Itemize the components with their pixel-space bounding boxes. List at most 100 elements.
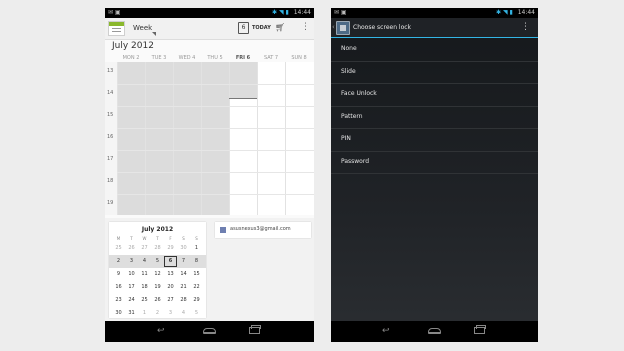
option-label: Password bbox=[341, 157, 370, 165]
day-header-fri[interactable]: FRI 6 bbox=[229, 55, 257, 61]
calendar-account-item[interactable]: asusnexus3@gmail.com bbox=[215, 222, 311, 238]
mini-day-cell[interactable]: 3 bbox=[164, 310, 177, 316]
clock: 14:44 bbox=[517, 9, 535, 16]
day-header-tue[interactable]: TUE 3 bbox=[145, 55, 173, 61]
new-event-icon[interactable]: 🛒︎ bbox=[275, 23, 285, 32]
mini-day-cell[interactable]: 8 bbox=[190, 258, 203, 264]
account-color-swatch bbox=[220, 227, 226, 233]
day-header-mon[interactable]: MON 2 bbox=[117, 55, 145, 61]
dow-label: W bbox=[142, 236, 147, 241]
mini-day-cell[interactable]: 29 bbox=[190, 297, 203, 303]
mini-day-cell[interactable]: 2 bbox=[112, 258, 125, 264]
dropdown-caret-icon bbox=[152, 32, 156, 36]
recents-icon[interactable] bbox=[249, 325, 261, 334]
mini-day-cell[interactable]: 14 bbox=[177, 271, 190, 277]
hour-divider bbox=[117, 128, 314, 129]
mini-day-cell[interactable]: 25 bbox=[112, 245, 125, 251]
mini-day-cell[interactable]: 13 bbox=[164, 271, 177, 277]
today-calendar-icon[interactable]: 6 bbox=[238, 22, 249, 34]
mini-day-cell[interactable]: 22 bbox=[190, 284, 203, 290]
hour-column: 13 14 15 16 17 18 19 bbox=[105, 62, 117, 215]
hour-label: 13 bbox=[107, 68, 114, 74]
mini-week-row: 2345678 bbox=[109, 255, 206, 268]
overflow-menu-icon[interactable]: ⋮ bbox=[521, 22, 530, 32]
month-title: July 2012 bbox=[112, 41, 154, 51]
mini-day-cell[interactable]: 21 bbox=[177, 284, 190, 290]
overflow-menu-icon[interactable]: ⋮ bbox=[301, 22, 310, 32]
mini-day-cell[interactable]: 23 bbox=[112, 297, 125, 303]
lock-option-pattern[interactable]: Pattern bbox=[331, 107, 538, 129]
week-grid[interactable]: 13 14 15 16 17 18 19 bbox=[105, 62, 314, 215]
mini-day-cell[interactable]: 24 bbox=[125, 297, 138, 303]
back-icon[interactable]: ↩ bbox=[157, 326, 165, 336]
mini-calendar-title: July 2012 bbox=[141, 226, 174, 233]
mini-day-cell[interactable]: 30 bbox=[112, 310, 125, 316]
mini-day-cell[interactable]: 1 bbox=[190, 245, 203, 251]
mini-day-cell[interactable]: 4 bbox=[177, 310, 190, 316]
mini-day-cell[interactable]: 4 bbox=[138, 258, 151, 264]
mini-day-cell[interactable]: 1 bbox=[138, 310, 151, 316]
mini-day-cell[interactable]: 17 bbox=[125, 284, 138, 290]
dow-label: T bbox=[156, 236, 159, 241]
page-title: Choose screen lock bbox=[353, 24, 412, 31]
today-button[interactable]: TODAY bbox=[252, 25, 271, 31]
lock-option-slide[interactable]: Slide bbox=[331, 62, 538, 84]
mini-day-cell[interactable]: 25 bbox=[138, 297, 151, 303]
dow-label: S bbox=[182, 236, 185, 241]
lock-option-pin[interactable]: PIN bbox=[331, 129, 538, 152]
mini-day-cell[interactable]: 11 bbox=[138, 271, 151, 277]
mini-day-cell[interactable]: 20 bbox=[164, 284, 177, 290]
mini-day-cell[interactable]: 28 bbox=[151, 245, 164, 251]
mini-day-cell[interactable]: 31 bbox=[125, 310, 138, 316]
mini-day-cell[interactable]: 10 bbox=[125, 271, 138, 277]
day-header-wed[interactable]: WED 4 bbox=[173, 55, 201, 61]
mini-day-cell[interactable]: 5 bbox=[190, 310, 203, 316]
lock-option-password[interactable]: Password bbox=[331, 152, 538, 174]
hour-divider bbox=[117, 84, 314, 85]
view-selector[interactable]: Week bbox=[133, 24, 152, 32]
mini-day-cell[interactable]: 19 bbox=[151, 284, 164, 290]
back-icon[interactable]: ↩ bbox=[382, 326, 390, 336]
hour-label: 16 bbox=[107, 134, 114, 140]
hour-divider bbox=[117, 106, 314, 107]
mini-day-cell[interactable]: 30 bbox=[177, 245, 190, 251]
mini-day-cell[interactable]: 9 bbox=[112, 271, 125, 277]
lock-option-face-unlock[interactable]: Face Unlock bbox=[331, 84, 538, 107]
home-icon[interactable] bbox=[203, 328, 216, 334]
mini-days-grid: 25 26 27 28 29 30 1 2 3 4 5 6 7 8 9 10 11 12 13 14 15 16 17 18 1… bbox=[109, 242, 206, 320]
mini-day-cell[interactable]: 28 bbox=[177, 297, 190, 303]
clock: 14:44 bbox=[293, 9, 311, 16]
status-right: ✱ ◥ ▮ 14:44 bbox=[496, 9, 535, 16]
mini-day-cell[interactable]: 16 bbox=[112, 284, 125, 290]
mini-day-cell[interactable]: 15 bbox=[190, 271, 203, 277]
day-column-fri-future[interactable] bbox=[229, 98, 257, 215]
settings-app-icon[interactable] bbox=[336, 21, 350, 35]
signal-icon: ✱ ◥ ▮ bbox=[496, 9, 513, 16]
mini-day-cell[interactable]: 5 bbox=[151, 258, 164, 264]
day-header-sun[interactable]: SUN 8 bbox=[285, 55, 313, 61]
calendar-app-icon[interactable] bbox=[108, 21, 125, 36]
mini-day-cell[interactable]: 6 bbox=[164, 256, 177, 267]
lock-option-none[interactable]: None bbox=[331, 39, 538, 62]
recents-icon[interactable] bbox=[474, 325, 486, 334]
mini-day-cell[interactable]: 27 bbox=[138, 245, 151, 251]
mini-day-cell[interactable]: 26 bbox=[125, 245, 138, 251]
mini-day-cell[interactable]: 18 bbox=[138, 284, 151, 290]
week-day-header: MON 2 TUE 3 WED 4 THU 5 FRI 6 SAT 7 SUN … bbox=[105, 54, 314, 62]
mini-day-cell[interactable]: 12 bbox=[151, 271, 164, 277]
mini-day-cell[interactable]: 27 bbox=[164, 297, 177, 303]
day-header-thu[interactable]: THU 5 bbox=[201, 55, 229, 61]
up-caret-icon[interactable]: ‹ bbox=[332, 23, 335, 31]
notification-icons: ✉ ▣ bbox=[334, 9, 347, 16]
day-header-sat[interactable]: SAT 7 bbox=[257, 55, 285, 61]
mini-week-row: 23 24 25 26 27 28 29 bbox=[109, 294, 206, 307]
mini-day-cell[interactable]: 3 bbox=[125, 258, 138, 264]
mini-week-row: 9 10 11 12 13 14 15 bbox=[109, 268, 206, 281]
option-label: None bbox=[341, 45, 357, 52]
home-icon[interactable] bbox=[428, 328, 441, 334]
mini-day-cell[interactable]: 26 bbox=[151, 297, 164, 303]
mini-day-cell[interactable]: 2 bbox=[151, 310, 164, 316]
mini-day-cell[interactable]: 7 bbox=[177, 258, 190, 264]
mini-day-cell[interactable]: 29 bbox=[164, 245, 177, 251]
status-right: ✱ ◥ ▮ 14:44 bbox=[272, 9, 311, 16]
